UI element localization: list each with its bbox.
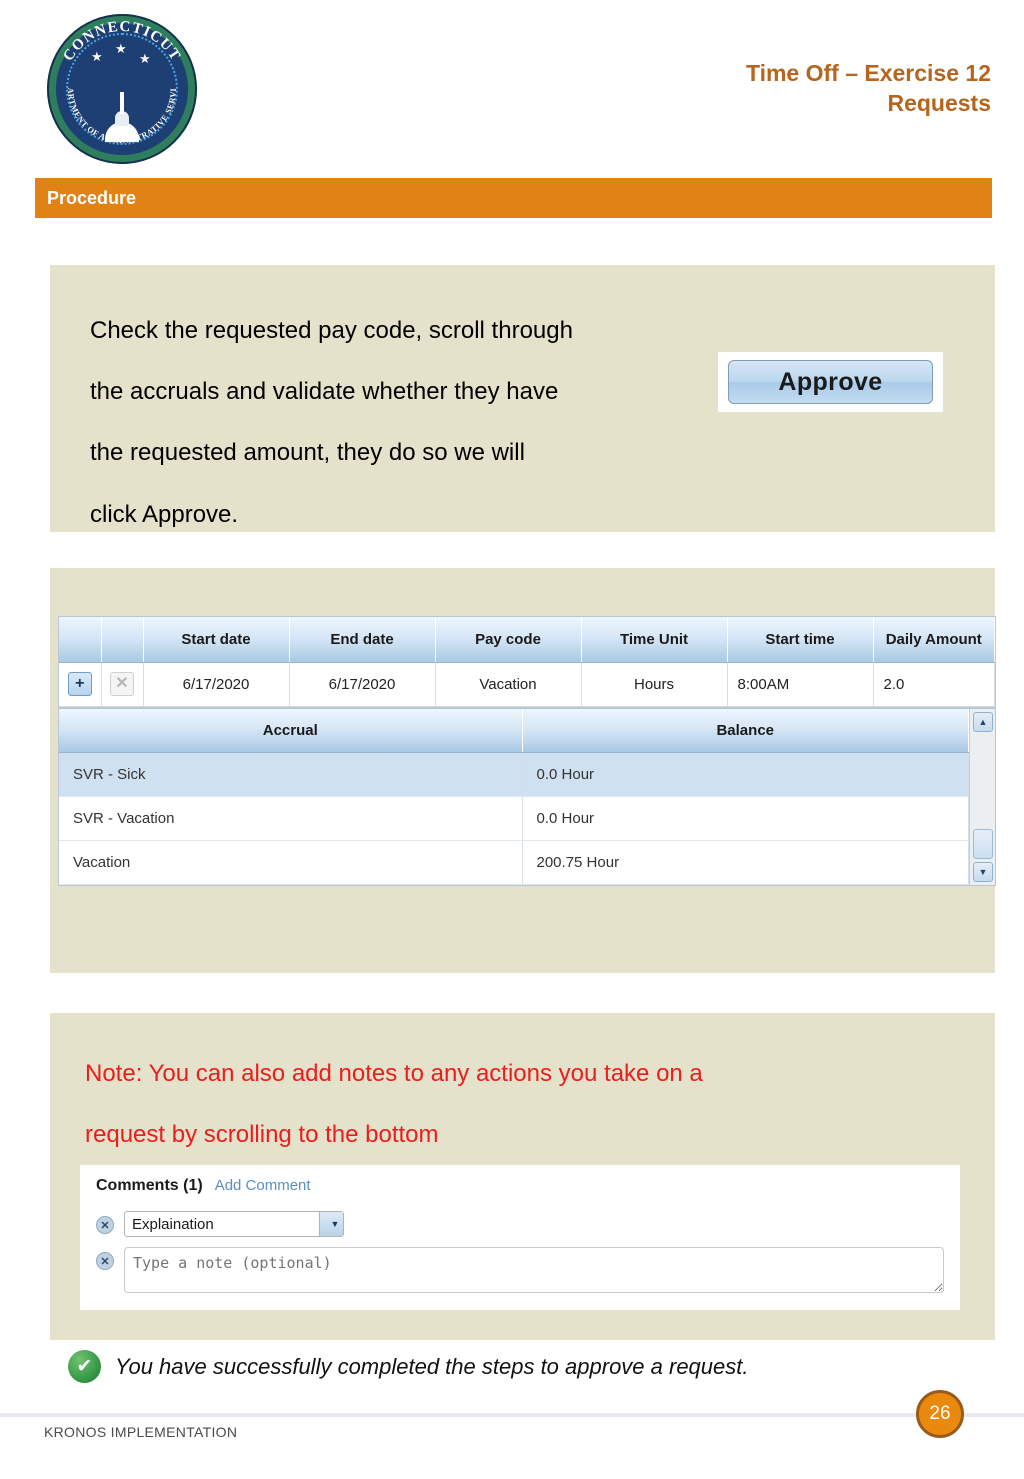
accrual-balances-table: Accrual Balance SVR - Sick 0.0 Hour SVR … xyxy=(58,708,996,886)
instruction-line-3: the requested amount, they do so we will xyxy=(90,439,525,467)
approve-button[interactable]: Approve xyxy=(728,360,933,404)
cell-time-unit[interactable]: Hours xyxy=(581,662,728,707)
seal-outer-ring: CONNECTICUT DEPARTMENT OF ADMINISTRATIVE… xyxy=(47,14,197,164)
ct-das-seal-logo: CONNECTICUT DEPARTMENT OF ADMINISTRATIVE… xyxy=(47,14,197,164)
success-text: You have successfully completed the step… xyxy=(115,1353,749,1379)
comment-type-select[interactable]: Explaination ▼ xyxy=(124,1211,344,1237)
page-title-line1: Time Off – Exercise 12 xyxy=(745,60,991,86)
note-line-2: request by scrolling to the bottom xyxy=(85,1121,439,1149)
seal-star-left: ★ xyxy=(91,49,103,64)
procedure-banner: Procedure xyxy=(35,178,992,218)
accrual-balance: 200.75 Hour xyxy=(522,840,969,885)
table-block: Start date End date Pay code Time Unit S… xyxy=(50,568,996,973)
check-circle-icon: ✔ xyxy=(68,1350,101,1383)
request-details-table: Start date End date Pay code Time Unit S… xyxy=(58,616,996,708)
scrollbar-thumb[interactable] xyxy=(973,828,993,859)
accrual-header-row: Accrual Balance xyxy=(59,709,969,753)
cell-pay-code[interactable]: Vacation xyxy=(435,662,582,707)
page-number-badge: 26 xyxy=(916,1390,964,1438)
header-start-date[interactable]: Start date xyxy=(143,617,290,663)
header-col-add[interactable] xyxy=(59,617,102,663)
cell-daily-amount[interactable]: 2.0 xyxy=(873,662,995,707)
comments-title: Comments (1) xyxy=(96,1177,203,1194)
cell-end-date[interactable]: 6/17/2020 xyxy=(289,662,436,707)
accrual-name: Vacation xyxy=(59,840,523,885)
header-end-date[interactable]: End date xyxy=(289,617,436,663)
delete-row-cell[interactable]: ✕ xyxy=(101,662,144,707)
instruction-text: Check the requested pay code, scroll thr… xyxy=(90,300,770,545)
header-start-time[interactable]: Start time xyxy=(727,617,874,663)
accrual-balance: 0.0 Hour xyxy=(522,752,969,797)
instruction-line-4: click Approve. xyxy=(90,500,239,528)
comments-header: Comments (1) Add Comment xyxy=(96,1177,944,1195)
table-header-row: Start date End date Pay code Time Unit S… xyxy=(59,617,995,663)
approve-button-callout: Approve xyxy=(718,352,943,412)
scroll-up-icon[interactable]: ▲ xyxy=(973,712,993,732)
comment-type-value: Explaination xyxy=(132,1215,214,1233)
comment-note-input[interactable] xyxy=(124,1247,944,1293)
instruction-line-2: the accruals and validate whether they h… xyxy=(90,378,559,406)
comment-select-row: ✕ Explaination ▼ xyxy=(96,1211,944,1237)
seal-star-center: ★ xyxy=(115,41,127,56)
comments-panel: Comments (1) Add Comment ✕ Explaination … xyxy=(80,1165,960,1310)
page-title-line2: Requests xyxy=(887,90,991,117)
procedure-label: Procedure xyxy=(47,187,137,208)
note-block: Note: You can also add notes to any acti… xyxy=(50,1013,995,1340)
accrual-name: SVR - Sick xyxy=(59,752,523,797)
comment-note-row: ✕ xyxy=(96,1247,944,1293)
delete-row-icon[interactable]: ✕ xyxy=(110,672,134,696)
accrual-row-selected[interactable]: SVR - Sick 0.0 Hour xyxy=(59,752,969,797)
accrual-scrollbar[interactable]: ▲ ▼ xyxy=(969,709,995,885)
accrual-row[interactable]: SVR - Vacation 0.0 Hour xyxy=(59,796,969,841)
header-col-delete[interactable] xyxy=(101,617,144,663)
delete-comment-icon[interactable]: ✕ xyxy=(96,1216,114,1234)
accrual-row[interactable]: Vacation 200.75 Hour xyxy=(59,840,969,885)
table-row: + ✕ 6/17/2020 6/17/2020 Vacation Hours 8… xyxy=(59,662,995,707)
add-row-cell[interactable]: + xyxy=(59,662,102,707)
scroll-down-icon[interactable]: ▼ xyxy=(973,861,993,882)
success-message: ✔ You have successfully completed the st… xyxy=(68,1350,749,1383)
capitol-dome-icon xyxy=(105,92,139,142)
page-title: Time Off – Exercise 12 Requests xyxy=(471,58,991,119)
add-comment-link[interactable]: Add Comment xyxy=(215,1177,311,1194)
header-accrual[interactable]: Accrual xyxy=(59,709,523,753)
chevron-down-icon[interactable]: ▼ xyxy=(319,1212,343,1236)
add-row-icon[interactable]: + xyxy=(67,672,92,696)
note-text: Note: You can also add notes to any acti… xyxy=(85,1043,945,1165)
delete-note-icon[interactable]: ✕ xyxy=(96,1252,114,1270)
header-time-unit[interactable]: Time Unit xyxy=(581,617,728,663)
accrual-name: SVR - Vacation xyxy=(59,796,523,841)
header-balance[interactable]: Balance xyxy=(522,709,969,753)
slide-header: CONNECTICUT DEPARTMENT OF ADMINISTRATIVE… xyxy=(0,0,1024,175)
note-line-1: Note: You can also add notes to any acti… xyxy=(85,1060,703,1087)
cell-start-date[interactable]: 6/17/2020 xyxy=(143,662,290,707)
footer-divider xyxy=(0,1413,1024,1417)
header-daily-amount[interactable]: Daily Amount xyxy=(873,617,995,663)
accrual-balance: 0.0 Hour xyxy=(522,796,969,841)
header-pay-code[interactable]: Pay code xyxy=(435,617,582,663)
footer-label: KRONOS IMPLEMENTATION xyxy=(44,1424,238,1440)
seal-star-right: ★ xyxy=(139,51,151,66)
instruction-line-1: Check the requested pay code, scroll thr… xyxy=(90,317,573,344)
cell-start-time[interactable]: 8:00AM xyxy=(727,662,874,707)
